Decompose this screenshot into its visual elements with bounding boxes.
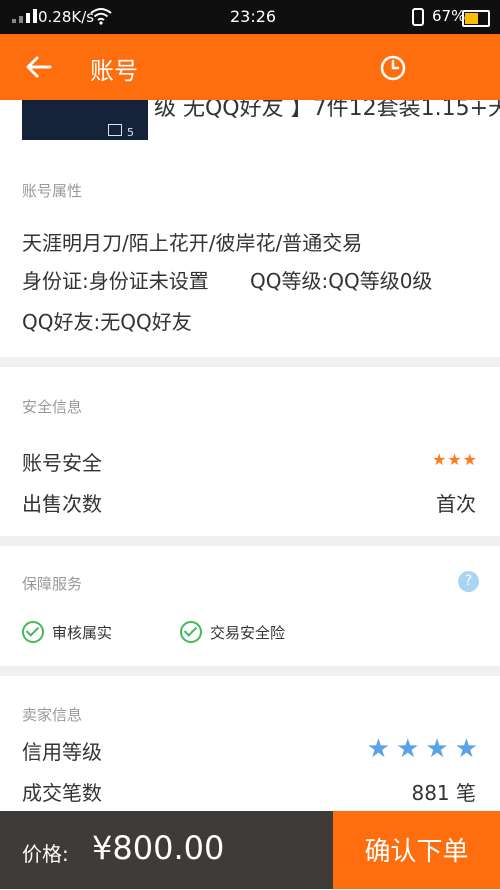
signal-icon <box>12 9 37 23</box>
sale-count-label: 出售次数 <box>22 492 102 516</box>
check-circle-icon <box>22 621 44 643</box>
price-value: ¥800.00 <box>92 829 225 867</box>
guarantee-label: 审核属实 <box>52 623 113 642</box>
confirm-order-button[interactable]: 确认下单 <box>333 811 500 889</box>
star-icon: ★ <box>366 734 391 764</box>
arrow-left-icon[interactable] <box>24 52 54 82</box>
account-security-label: 账号安全 <box>22 451 102 475</box>
top-bar: 账号 <box>0 34 500 100</box>
section-label-security: 安全信息 <box>22 398 83 416</box>
phone-icon <box>412 8 424 26</box>
network-speed: 0.28K/s <box>38 8 95 26</box>
status-bar: 0.28K/s 23:26 67% <box>0 0 500 34</box>
clock: 23:26 <box>230 7 277 26</box>
section-label-guarantee: 保障服务 <box>22 575 83 593</box>
deal-count-value: 881 笔 <box>411 781 476 805</box>
guarantee-item-insurance: 交易安全险 <box>180 621 285 643</box>
guarantee-label: 交易安全险 <box>210 623 286 642</box>
attribute-qq-friends: QQ好友:无QQ好友 <box>22 310 192 334</box>
image-count: 5 <box>127 126 134 139</box>
star-icon: ★ <box>396 734 420 764</box>
credit-level-label: 信用等级 <box>22 740 102 764</box>
price-box: 价格: ¥800.00 <box>0 811 333 889</box>
guarantee-item-verified: 审核属实 <box>22 621 112 643</box>
divider <box>0 666 500 676</box>
image-icon <box>108 124 122 136</box>
battery-percent: 67% <box>432 7 466 25</box>
account-security-stars: ★★★ <box>431 450 478 469</box>
battery-icon <box>462 10 490 27</box>
wifi-icon <box>90 8 112 25</box>
footer-bar: 价格: ¥800.00 确认下单 <box>0 811 500 889</box>
sale-count-value: 首次 <box>436 492 476 516</box>
attribute-qq-level: QQ等级:QQ等级0级 <box>250 269 433 293</box>
price-label: 价格: <box>22 842 69 866</box>
attribute-server-line: 天涯明月刀/陌上花开/彼岸花/普通交易 <box>22 231 363 255</box>
question-circle-icon[interactable]: ? <box>458 571 479 592</box>
page-title: 账号 <box>90 57 138 85</box>
attribute-id-card: 身份证:身份证未设置 <box>22 269 209 293</box>
clock-history-icon[interactable] <box>378 53 408 83</box>
section-label-attributes: 账号属性 <box>22 182 83 200</box>
divider <box>0 536 500 546</box>
credit-level-stars: ★ ★ ★ ★ <box>367 736 478 762</box>
battery-level <box>465 13 479 24</box>
check-circle-icon <box>180 621 202 643</box>
star-icon: ★ <box>425 734 449 764</box>
listing-header[interactable]: 5 级 无QQ好友 】7件12套装1.15+天香 <box>0 100 500 140</box>
star-icon: ★ <box>454 734 478 764</box>
divider <box>0 357 500 367</box>
section-label-seller: 卖家信息 <box>22 706 83 724</box>
deal-count-label: 成交笔数 <box>22 781 102 805</box>
listing-thumbnail[interactable]: 5 <box>22 100 148 140</box>
listing-title: 级 无QQ好友 】7件12套装1.15+天香 <box>154 100 500 121</box>
